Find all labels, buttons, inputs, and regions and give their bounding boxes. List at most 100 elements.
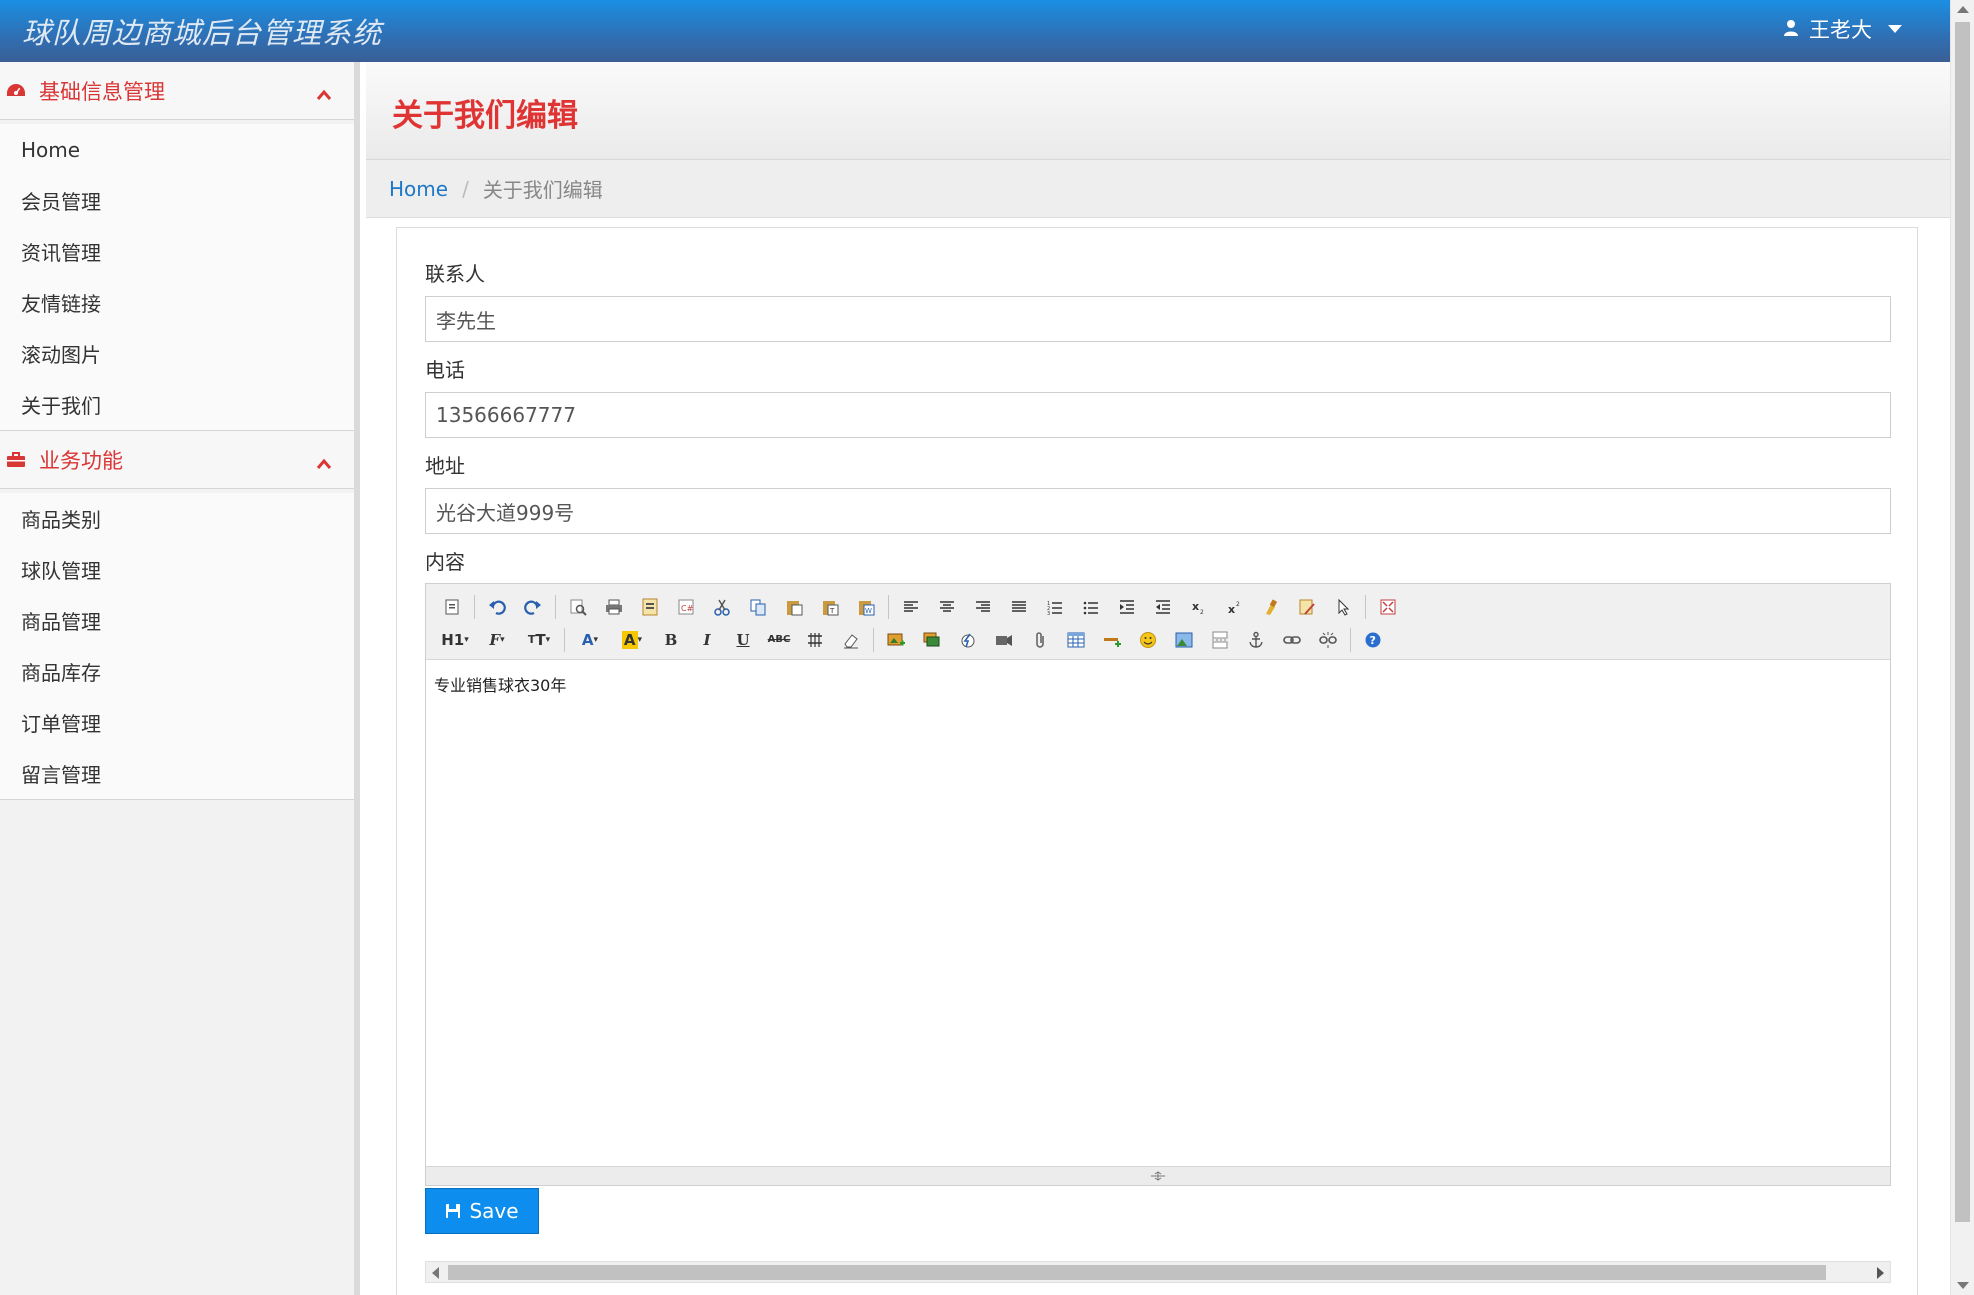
emoticon-icon[interactable]: [1130, 625, 1166, 655]
save-button[interactable]: Save: [425, 1188, 539, 1234]
subscript-icon[interactable]: x2: [1181, 592, 1217, 622]
bold-icon[interactable]: B: [653, 625, 689, 655]
anchor-icon[interactable]: [1238, 625, 1274, 655]
clear-format-icon[interactable]: [1253, 592, 1289, 622]
heading-icon[interactable]: H1 ▾: [434, 625, 476, 655]
paste-word-icon[interactable]: W: [848, 592, 884, 622]
sidebar-item-categories[interactable]: 商品类别: [0, 493, 354, 544]
vertical-scrollbar[interactable]: [1950, 0, 1974, 1295]
phone-label: 电话: [425, 358, 465, 382]
source-icon[interactable]: [434, 592, 470, 622]
sidebar-item-members[interactable]: 会员管理: [0, 175, 354, 226]
sidebar-item-teams[interactable]: 球队管理: [0, 544, 354, 595]
sidebar-item-news[interactable]: 资讯管理: [0, 226, 354, 277]
sidebar-item-carousel[interactable]: 滚动图片: [0, 328, 354, 379]
strikethrough-icon[interactable]: ABC: [761, 625, 797, 655]
copy-icon[interactable]: [740, 592, 776, 622]
font-color-icon[interactable]: A ▾: [569, 625, 611, 655]
outdent-icon[interactable]: [1145, 592, 1181, 622]
link-icon[interactable]: [1274, 625, 1310, 655]
sidebar-item-messages[interactable]: 留言管理: [0, 748, 354, 799]
line-height-icon[interactable]: [797, 625, 833, 655]
align-right-icon[interactable]: [965, 592, 1001, 622]
undo-icon[interactable]: [479, 592, 515, 622]
sidebar-item-home[interactable]: Home: [0, 124, 354, 175]
sidebar-item-label: 留言管理: [21, 763, 101, 787]
sidebar-item-products[interactable]: 商品管理: [0, 595, 354, 646]
italic-icon[interactable]: I: [689, 625, 725, 655]
sidebar-list-business: 商品类别 球队管理 商品管理 商品库存 订单管理 留言管理: [0, 493, 354, 800]
address-input[interactable]: [425, 488, 1891, 534]
underline-icon[interactable]: U: [725, 625, 761, 655]
contact-input[interactable]: [425, 296, 1891, 342]
phone-input[interactable]: [425, 392, 1891, 438]
horizontal-rule-icon[interactable]: [1094, 625, 1130, 655]
sidebar-item-inventory[interactable]: 商品库存: [0, 646, 354, 697]
sidebar-list-basic-info: Home 会员管理 资讯管理 友情链接 滚动图片 关于我们: [0, 124, 354, 431]
edit-form-panel: 联系人 电话 地址 内容 C#: [396, 227, 1918, 1295]
paste-icon[interactable]: [776, 592, 812, 622]
sidebar-item-label: 球队管理: [21, 559, 101, 583]
toolbar-separator: [888, 594, 889, 619]
sidebar-item-orders[interactable]: 订单管理: [0, 697, 354, 748]
print-icon[interactable]: [596, 592, 632, 622]
align-center-icon[interactable]: [929, 592, 965, 622]
paste-text-icon[interactable]: T: [812, 592, 848, 622]
select-all-icon[interactable]: [1325, 592, 1361, 622]
flash-icon[interactable]: [950, 625, 986, 655]
top-navbar: 球队周边商城后台管理系统 王老大: [0, 0, 1950, 62]
image-manager-icon[interactable]: [1166, 625, 1202, 655]
editor-toolbar-row: C# T W 123 x2 x2: [434, 590, 1882, 623]
editor-content-area[interactable]: 专业销售球衣30年: [426, 660, 1890, 1166]
help-icon[interactable]: ?: [1355, 625, 1391, 655]
template-icon[interactable]: [632, 592, 668, 622]
scroll-down-icon[interactable]: [1957, 1282, 1969, 1289]
scrollbar-thumb[interactable]: [1955, 22, 1970, 1222]
unlink-icon[interactable]: [1310, 625, 1346, 655]
align-left-icon[interactable]: [893, 592, 929, 622]
scroll-right-icon[interactable]: [1877, 1267, 1884, 1279]
code-icon[interactable]: C#: [668, 592, 704, 622]
sidebar-section-basic-info[interactable]: 基础信息管理: [0, 62, 354, 120]
cut-icon[interactable]: [704, 592, 740, 622]
sidebar-item-friend-links[interactable]: 友情链接: [0, 277, 354, 328]
ordered-list-icon[interactable]: 123: [1037, 592, 1073, 622]
breadcrumb-home-link[interactable]: Home: [389, 177, 448, 201]
scrollbar-thumb[interactable]: [448, 1265, 1826, 1280]
toolbar-separator: [1350, 627, 1351, 652]
unordered-list-icon[interactable]: [1073, 592, 1109, 622]
sidebar-item-label: Home: [21, 137, 81, 162]
editor-resize-handle[interactable]: [426, 1166, 1890, 1185]
sidebar-item-about-us[interactable]: 关于我们: [0, 379, 354, 430]
toolbar-separator: [474, 594, 475, 619]
media-icon[interactable]: [986, 625, 1022, 655]
superscript-icon[interactable]: x2: [1217, 592, 1253, 622]
sidebar-section-business[interactable]: 业务功能: [0, 431, 354, 489]
font-size-icon[interactable]: T T ▾: [518, 625, 560, 655]
fullscreen-icon[interactable]: [1370, 592, 1406, 622]
svg-text:W: W: [865, 607, 872, 615]
table-icon[interactable]: [1058, 625, 1094, 655]
highlight-color-icon[interactable]: A ▾: [611, 625, 653, 655]
align-justify-icon[interactable]: [1001, 592, 1037, 622]
quick-format-icon[interactable]: [1289, 592, 1325, 622]
svg-text:T: T: [829, 607, 835, 615]
insert-image-icon[interactable]: [878, 625, 914, 655]
editor-toolbar: C# T W 123 x2 x2 H1 ▾ F ▾ T T ▾ A ▾ A ▾ …: [426, 584, 1890, 660]
font-family-icon[interactable]: F ▾: [476, 625, 518, 655]
indent-icon[interactable]: [1109, 592, 1145, 622]
eraser-icon[interactable]: [833, 625, 869, 655]
attachment-icon[interactable]: [1022, 625, 1058, 655]
scroll-up-icon[interactable]: [1957, 6, 1969, 13]
user-menu[interactable]: 王老大: [1783, 14, 1902, 44]
preview-icon[interactable]: [560, 592, 596, 622]
sidebar-item-label: 订单管理: [21, 712, 101, 736]
multi-image-icon[interactable]: [914, 625, 950, 655]
page-break-icon[interactable]: [1202, 625, 1238, 655]
contact-label: 联系人: [425, 262, 485, 286]
toolbar-separator: [564, 627, 565, 652]
sidebar: 基础信息管理 Home 会员管理 资讯管理 友情链接 滚动图片 关于我们 业务功…: [0, 62, 360, 1295]
redo-icon[interactable]: [515, 592, 551, 622]
horizontal-scrollbar[interactable]: [425, 1261, 1891, 1283]
scroll-left-icon[interactable]: [432, 1267, 439, 1279]
